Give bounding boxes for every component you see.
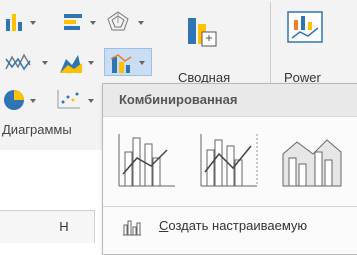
combo-column-line-secondary-axis-icon (200, 134, 258, 187)
combo-option-clustered-column-line[interactable] (111, 124, 183, 194)
chevron-down-icon (88, 61, 94, 65)
bar-chart-button[interactable] (0, 8, 38, 36)
combo-stacked-area-column-icon (282, 139, 342, 187)
radar-chart-button[interactable] (106, 8, 150, 36)
chevron-down-icon (30, 21, 36, 25)
chevron-down-icon (90, 21, 96, 25)
chevron-down-icon (88, 99, 94, 103)
power-view-icon (287, 11, 323, 43)
bar-chart-icon (6, 14, 22, 31)
chevron-down-icon (30, 99, 36, 103)
combo-chart-menu: Комбинированная Создать настраиваемую (102, 83, 357, 255)
menu-header: Комбинированная (103, 84, 357, 117)
pie-chart-icon (4, 90, 24, 110)
combo-chart-icon (110, 54, 132, 73)
line-chart-icon (5, 53, 31, 71)
combo-clustered-column-line-icon (118, 134, 175, 187)
pivot-chart-button[interactable]: Сводная (176, 4, 248, 85)
combo-option-column-line-secondary-axis[interactable] (193, 124, 265, 194)
menu-title: Комбинированная (119, 92, 238, 107)
pie-chart-button[interactable] (0, 86, 40, 114)
chevron-down-icon (138, 21, 144, 25)
column-header-h[interactable]: H (34, 210, 95, 243)
line-chart-button[interactable] (0, 48, 50, 76)
column-header-g[interactable] (0, 210, 35, 243)
create-custom-combo-label: Создать настраиваемую (159, 218, 307, 233)
group-label-charts: Диаграммы (2, 122, 72, 137)
combo-option-stacked-area-column[interactable] (275, 124, 347, 194)
chevron-down-icon (139, 61, 145, 65)
pivot-chart-icon (188, 18, 217, 47)
create-custom-rest: оздать настраиваемую (168, 218, 308, 233)
custom-combo-chart-icon (123, 220, 141, 236)
scatter-chart-button[interactable] (50, 86, 100, 114)
access-key: С (159, 218, 169, 233)
area-chart-icon (60, 55, 82, 73)
scatter-chart-icon (57, 90, 80, 109)
hierarchy-chart-button[interactable] (60, 8, 98, 36)
hierarchy-chart-icon (64, 14, 82, 30)
area-chart-button[interactable] (56, 48, 100, 76)
combo-chart-button[interactable] (104, 48, 152, 76)
radar-chart-icon (107, 11, 129, 31)
create-custom-combo-chart-item[interactable]: Создать настраиваемую (103, 207, 357, 247)
chevron-down-icon (42, 61, 48, 65)
power-view-button[interactable]: Power (278, 4, 357, 85)
